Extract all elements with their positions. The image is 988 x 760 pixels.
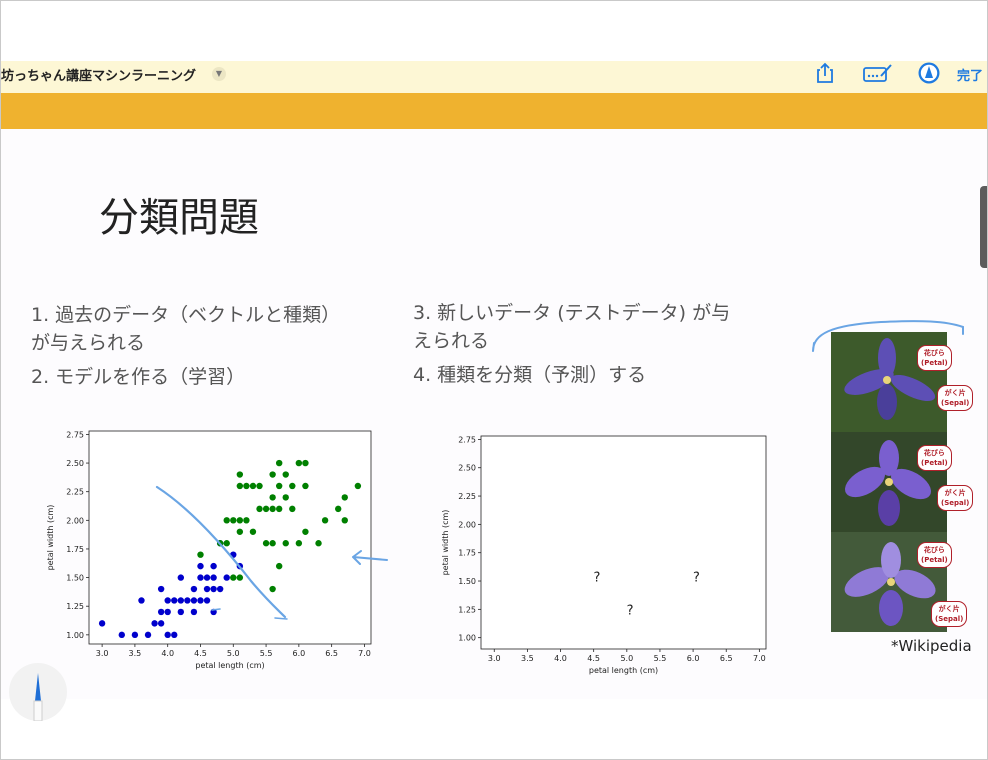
callout-text: (Petal): [921, 556, 948, 564]
slide-canvas: 分類問題 1. 過去のデータ（ベクトルと種類） が与えられる 2. モデルを作る…: [1, 129, 987, 699]
callout-text: (Sepal): [935, 615, 964, 623]
callout-text: がく片: [938, 605, 960, 613]
app-window: 坊っちゃん講座マシンラーニング ▼ 完了 分類問題 1. 過去のデータ（ベクトル…: [0, 0, 988, 760]
toolbar: 坊っちゃん講座マシンラーニング ▼ 完了: [1, 61, 987, 93]
callout-sepal-2: がく片 (Sepal): [937, 485, 974, 511]
callout-sepal-3: がく片 (Sepal): [931, 601, 968, 627]
pencil-circle-icon[interactable]: [917, 61, 941, 85]
share-icon[interactable]: [813, 61, 837, 85]
callout-text: がく片: [944, 489, 966, 497]
chevron-down-icon[interactable]: ▼: [212, 67, 226, 81]
callout-petal-2: 花びら (Petal): [917, 445, 952, 471]
markup-icon[interactable]: [861, 61, 893, 85]
iris-photos: [831, 332, 947, 632]
callout-text: 花びら: [923, 546, 945, 554]
pencil-icon: [33, 673, 43, 722]
callout-text: (Petal): [921, 359, 948, 367]
document-title[interactable]: 坊っちゃん講座マシンラーニング: [1, 65, 196, 84]
callout-text: (Sepal): [941, 399, 970, 407]
callout-text: (Petal): [921, 459, 948, 467]
callout-text: 花びら: [923, 449, 945, 457]
callout-text: (Sepal): [941, 499, 970, 507]
image-credit: *Wikipedia: [891, 637, 972, 655]
side-handle[interactable]: [980, 186, 987, 268]
done-button[interactable]: 完了: [957, 65, 983, 84]
callout-sepal-1: がく片 (Sepal): [937, 385, 974, 411]
pencil-tool-button[interactable]: [9, 663, 67, 722]
callout-text: がく片: [944, 389, 966, 397]
accent-bar: [1, 93, 987, 130]
callout-petal-3: 花びら (Petal): [917, 542, 952, 568]
callout-text: 花びら: [923, 349, 945, 357]
callout-petal-1: 花びら (Petal): [917, 345, 952, 371]
